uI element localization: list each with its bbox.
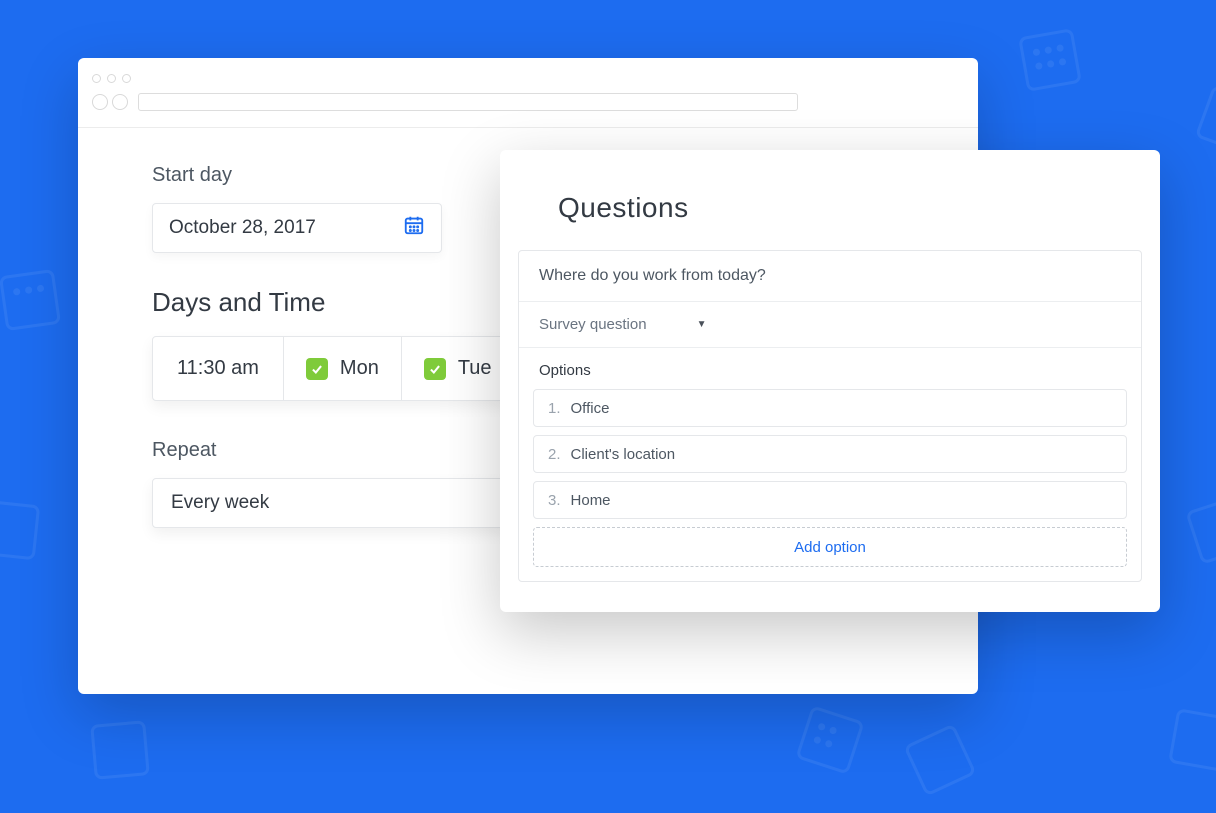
- add-option-button[interactable]: Add option: [533, 527, 1127, 567]
- options-list: 1. Office 2. Client's location 3. Home A…: [519, 389, 1141, 581]
- option-text: Home: [571, 492, 611, 509]
- days-time-row: 11:30 am Mon Tue: [152, 336, 515, 401]
- question-type-select[interactable]: Survey question ▼: [519, 302, 1141, 348]
- window-close-dot[interactable]: [92, 74, 101, 83]
- option-text: Office: [571, 400, 610, 417]
- checkmark-icon: [306, 358, 328, 380]
- browser-chrome: [78, 58, 978, 128]
- question-type-value: Survey question: [539, 316, 647, 333]
- calendar-icon: [403, 214, 425, 242]
- option-row[interactable]: 2. Client's location: [533, 435, 1127, 473]
- add-option-label: Add option: [794, 539, 866, 556]
- url-bar[interactable]: [138, 93, 798, 111]
- day-label: Mon: [340, 357, 379, 380]
- dropdown-triangle-icon: ▼: [697, 319, 707, 330]
- option-row[interactable]: 3. Home: [533, 481, 1127, 519]
- options-label: Options: [519, 348, 1141, 389]
- repeat-value: Every week: [171, 492, 269, 514]
- checkmark-icon: [424, 358, 446, 380]
- day-label: Tue: [458, 357, 492, 380]
- start-day-input[interactable]: October 28, 2017: [152, 203, 442, 253]
- option-number: 2.: [548, 446, 561, 463]
- time-value[interactable]: 11:30 am: [153, 337, 284, 400]
- day-toggle-mon[interactable]: Mon: [284, 337, 402, 400]
- questions-panel: Questions Where do you work from today? …: [500, 150, 1160, 612]
- option-number: 1.: [548, 400, 561, 417]
- start-day-value: October 28, 2017: [169, 217, 316, 239]
- nav-back-icon[interactable]: [92, 94, 108, 110]
- window-max-dot[interactable]: [122, 74, 131, 83]
- option-text: Client's location: [571, 446, 676, 463]
- window-min-dot[interactable]: [107, 74, 116, 83]
- question-text-input[interactable]: Where do you work from today?: [519, 251, 1141, 302]
- questions-title: Questions: [500, 150, 1160, 250]
- window-controls: [92, 74, 964, 83]
- browser-nav: [92, 94, 128, 110]
- day-toggle-tue[interactable]: Tue: [402, 337, 514, 400]
- nav-forward-icon[interactable]: [112, 94, 128, 110]
- option-row[interactable]: 1. Office: [533, 389, 1127, 427]
- question-card: Where do you work from today? Survey que…: [518, 250, 1142, 582]
- option-number: 3.: [548, 492, 561, 509]
